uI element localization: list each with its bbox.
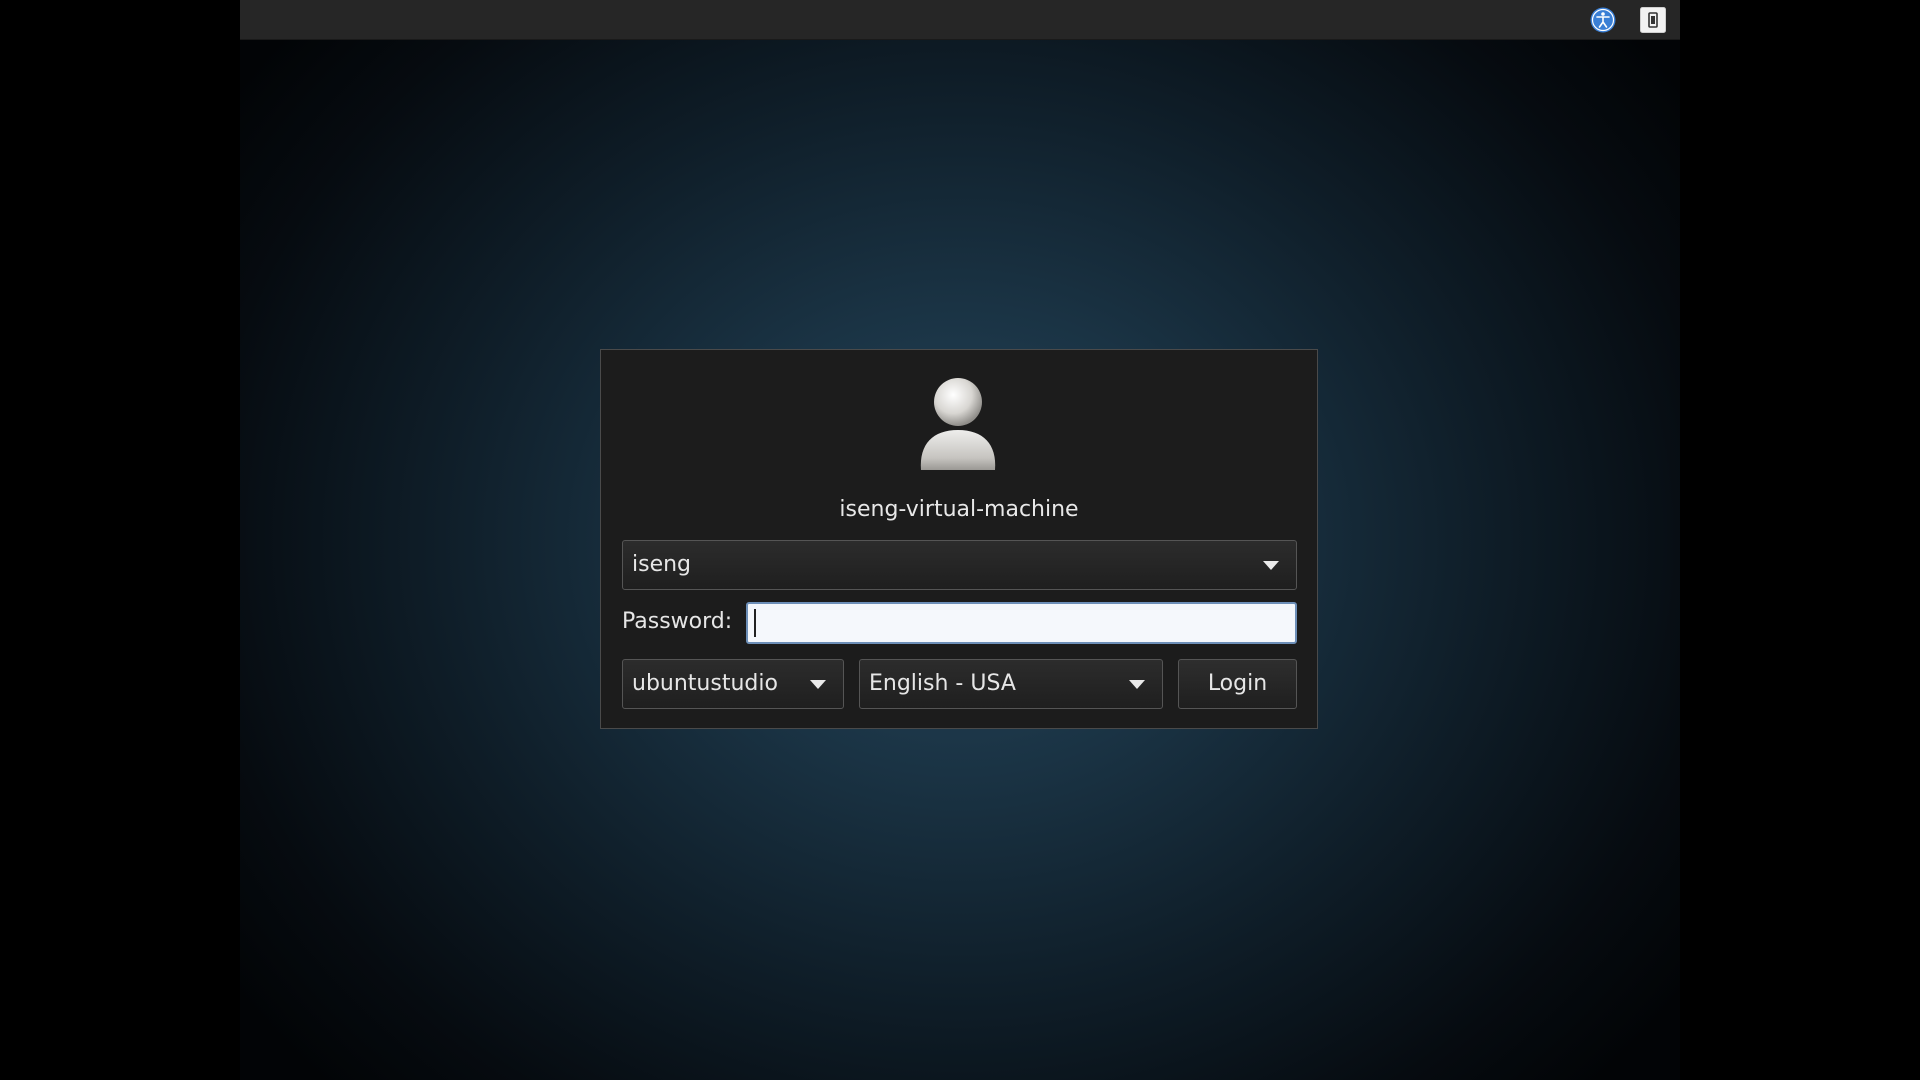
login-screen: iseng-virtual-machine iseng Password: ub… <box>240 0 1680 1080</box>
accessibility-icon[interactable] <box>1590 7 1616 33</box>
user-avatar-icon <box>913 372 1003 472</box>
password-label: Password: <box>622 609 733 634</box>
hostname-label: iseng-virtual-machine <box>839 497 1079 522</box>
login-dialog: iseng-virtual-machine iseng Password: ub… <box>600 349 1318 729</box>
login-button[interactable]: Login <box>1178 659 1297 709</box>
power-icon[interactable] <box>1640 7 1666 33</box>
password-field[interactable] <box>746 602 1297 644</box>
chevron-down-icon <box>810 680 826 689</box>
user-select[interactable]: iseng <box>622 540 1297 590</box>
language-select[interactable]: English - USA <box>859 659 1163 709</box>
session-select[interactable]: ubuntustudio <box>622 659 844 709</box>
text-cursor <box>754 609 756 637</box>
session-select-value: ubuntustudio <box>632 671 778 696</box>
user-select-value: iseng <box>632 552 692 577</box>
chevron-down-icon <box>1263 561 1279 570</box>
language-select-value: English - USA <box>869 671 1016 696</box>
top-panel <box>240 0 1680 40</box>
chevron-down-icon <box>1129 680 1145 689</box>
